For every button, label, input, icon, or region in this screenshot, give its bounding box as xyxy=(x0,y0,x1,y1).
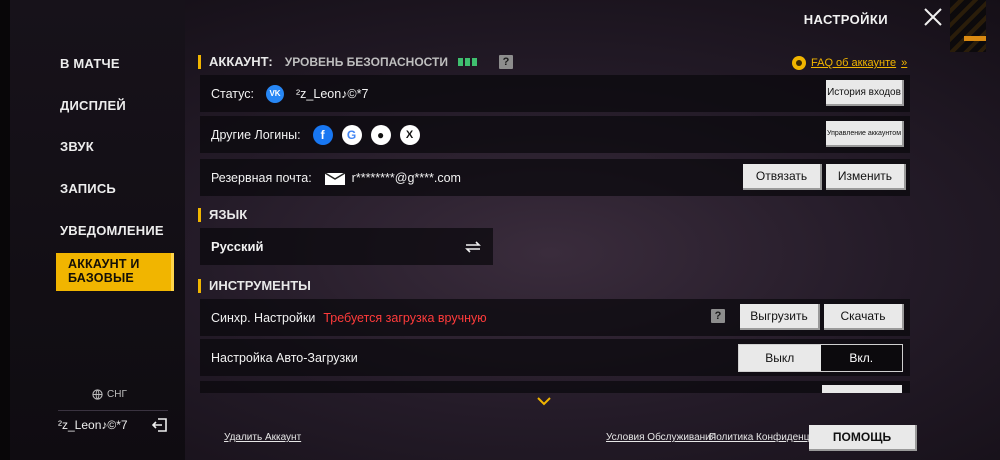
tools-header-label: ИНСТРУМЕНТЫ xyxy=(209,278,311,293)
swap-icon xyxy=(465,240,481,253)
security-level-indicator xyxy=(457,57,477,66)
mail-icon xyxy=(324,171,346,185)
security-level-label: УРОВЕНЬ БЕЗОПАСНОСТИ xyxy=(284,54,448,69)
region-indicator: СНГ xyxy=(92,389,127,400)
section-accent-bar xyxy=(198,207,201,222)
chevron-down-icon[interactable] xyxy=(537,397,551,406)
left-edge xyxy=(0,0,10,460)
change-button[interactable]: Изменить xyxy=(826,164,906,190)
help-question-icon[interactable]: ? xyxy=(498,54,513,69)
faq-icon xyxy=(792,56,806,70)
section-accent-bar xyxy=(198,54,201,69)
facebook-icon[interactable]: f xyxy=(312,124,333,145)
apple-icon[interactable]: ● xyxy=(370,124,391,145)
sync-warning: Требуется загрузка вручную xyxy=(323,310,487,325)
download-button[interactable]: Скачать xyxy=(824,304,904,330)
backup-email-label: Резервная почта: xyxy=(211,170,312,185)
account-section-header: АККАУНТ: УРОВЕНЬ БЕЗОПАСНОСТИ ? xyxy=(198,54,513,69)
sidebar-item-notification[interactable]: УВЕДОМЛЕНИЕ xyxy=(48,212,166,248)
toggle-on-option[interactable]: Вкл. xyxy=(820,345,902,371)
tools-section-header: ИНСТРУМЕНТЫ xyxy=(198,278,311,293)
account-header-label: АККАУНТ: xyxy=(209,54,273,69)
user-box: ²z_Leon♪©*7 xyxy=(58,410,168,438)
sync-help-icon[interactable]: ? xyxy=(711,309,725,323)
language-current: Русский xyxy=(211,239,264,254)
privacy-link[interactable]: Политика Конфиденц. xyxy=(709,432,812,443)
toggle-off-option[interactable]: Выкл xyxy=(739,345,821,371)
terms-link[interactable]: Условия Обслуживания xyxy=(606,432,716,443)
auto-download-label: Настройка Авто-Загрузки xyxy=(211,350,358,365)
status-label: Статус: xyxy=(211,86,254,101)
sidebar-item-sound[interactable]: ЗВУК xyxy=(48,128,166,164)
manage-account-button[interactable]: Управление аккаунтом xyxy=(826,121,904,147)
close-icon[interactable] xyxy=(920,4,946,30)
sidebar-item-display[interactable]: ДИСПЛЕЙ xyxy=(48,87,166,123)
status-row: Статус: VK ²z_Leon♪©*7 xyxy=(200,75,910,112)
faq-link-label: FAQ об аккаунте xyxy=(811,57,897,69)
status-value: ²z_Leon♪©*7 xyxy=(296,86,369,101)
upload-button[interactable]: Выгрузить xyxy=(740,304,820,330)
globe-icon xyxy=(92,389,103,400)
logout-icon[interactable] xyxy=(152,417,168,433)
page-title: НАСТРОЙКИ xyxy=(803,12,888,27)
language-selector[interactable]: Русский xyxy=(200,228,493,265)
partial-row xyxy=(200,381,910,393)
section-accent-bar xyxy=(198,278,201,293)
vk-icon: VK xyxy=(266,84,284,103)
backup-email-value: r********@g****.com xyxy=(351,170,461,185)
unbind-button[interactable]: Отвязать xyxy=(743,164,822,190)
x-icon[interactable]: X xyxy=(399,124,420,145)
language-section-header: ЯЗЫК xyxy=(198,207,247,222)
sidebar-item-recording[interactable]: ЗАПИСЬ xyxy=(48,170,166,206)
other-logins-label: Другие Логины: xyxy=(211,127,301,142)
region-label: СНГ xyxy=(107,389,127,400)
auto-download-toggle[interactable]: Выкл Вкл. xyxy=(738,344,903,372)
partial-button[interactable] xyxy=(822,385,902,393)
delete-account-link[interactable]: Удалить Аккаунт xyxy=(224,432,301,443)
help-button[interactable]: ПОМОЩЬ xyxy=(809,425,917,451)
other-logins-row: Другие Логины: f G ● X xyxy=(200,116,910,153)
hazard-stripes xyxy=(950,0,986,52)
login-history-button[interactable]: История входов xyxy=(826,80,904,106)
sidebar-item-account[interactable]: АККАУНТ И БАЗОВЫЕ xyxy=(56,253,174,291)
double-chevron-icon: » xyxy=(901,57,908,69)
language-header-label: ЯЗЫК xyxy=(209,207,248,222)
sync-label: Синхр. Настройки xyxy=(211,310,316,325)
sidebar-item-in-match[interactable]: В МАТЧЕ xyxy=(48,45,166,81)
username: ²z_Leon♪©*7 xyxy=(58,417,128,432)
faq-account-link[interactable]: FAQ об аккаунте » xyxy=(792,56,907,70)
google-icon[interactable]: G xyxy=(341,124,362,145)
